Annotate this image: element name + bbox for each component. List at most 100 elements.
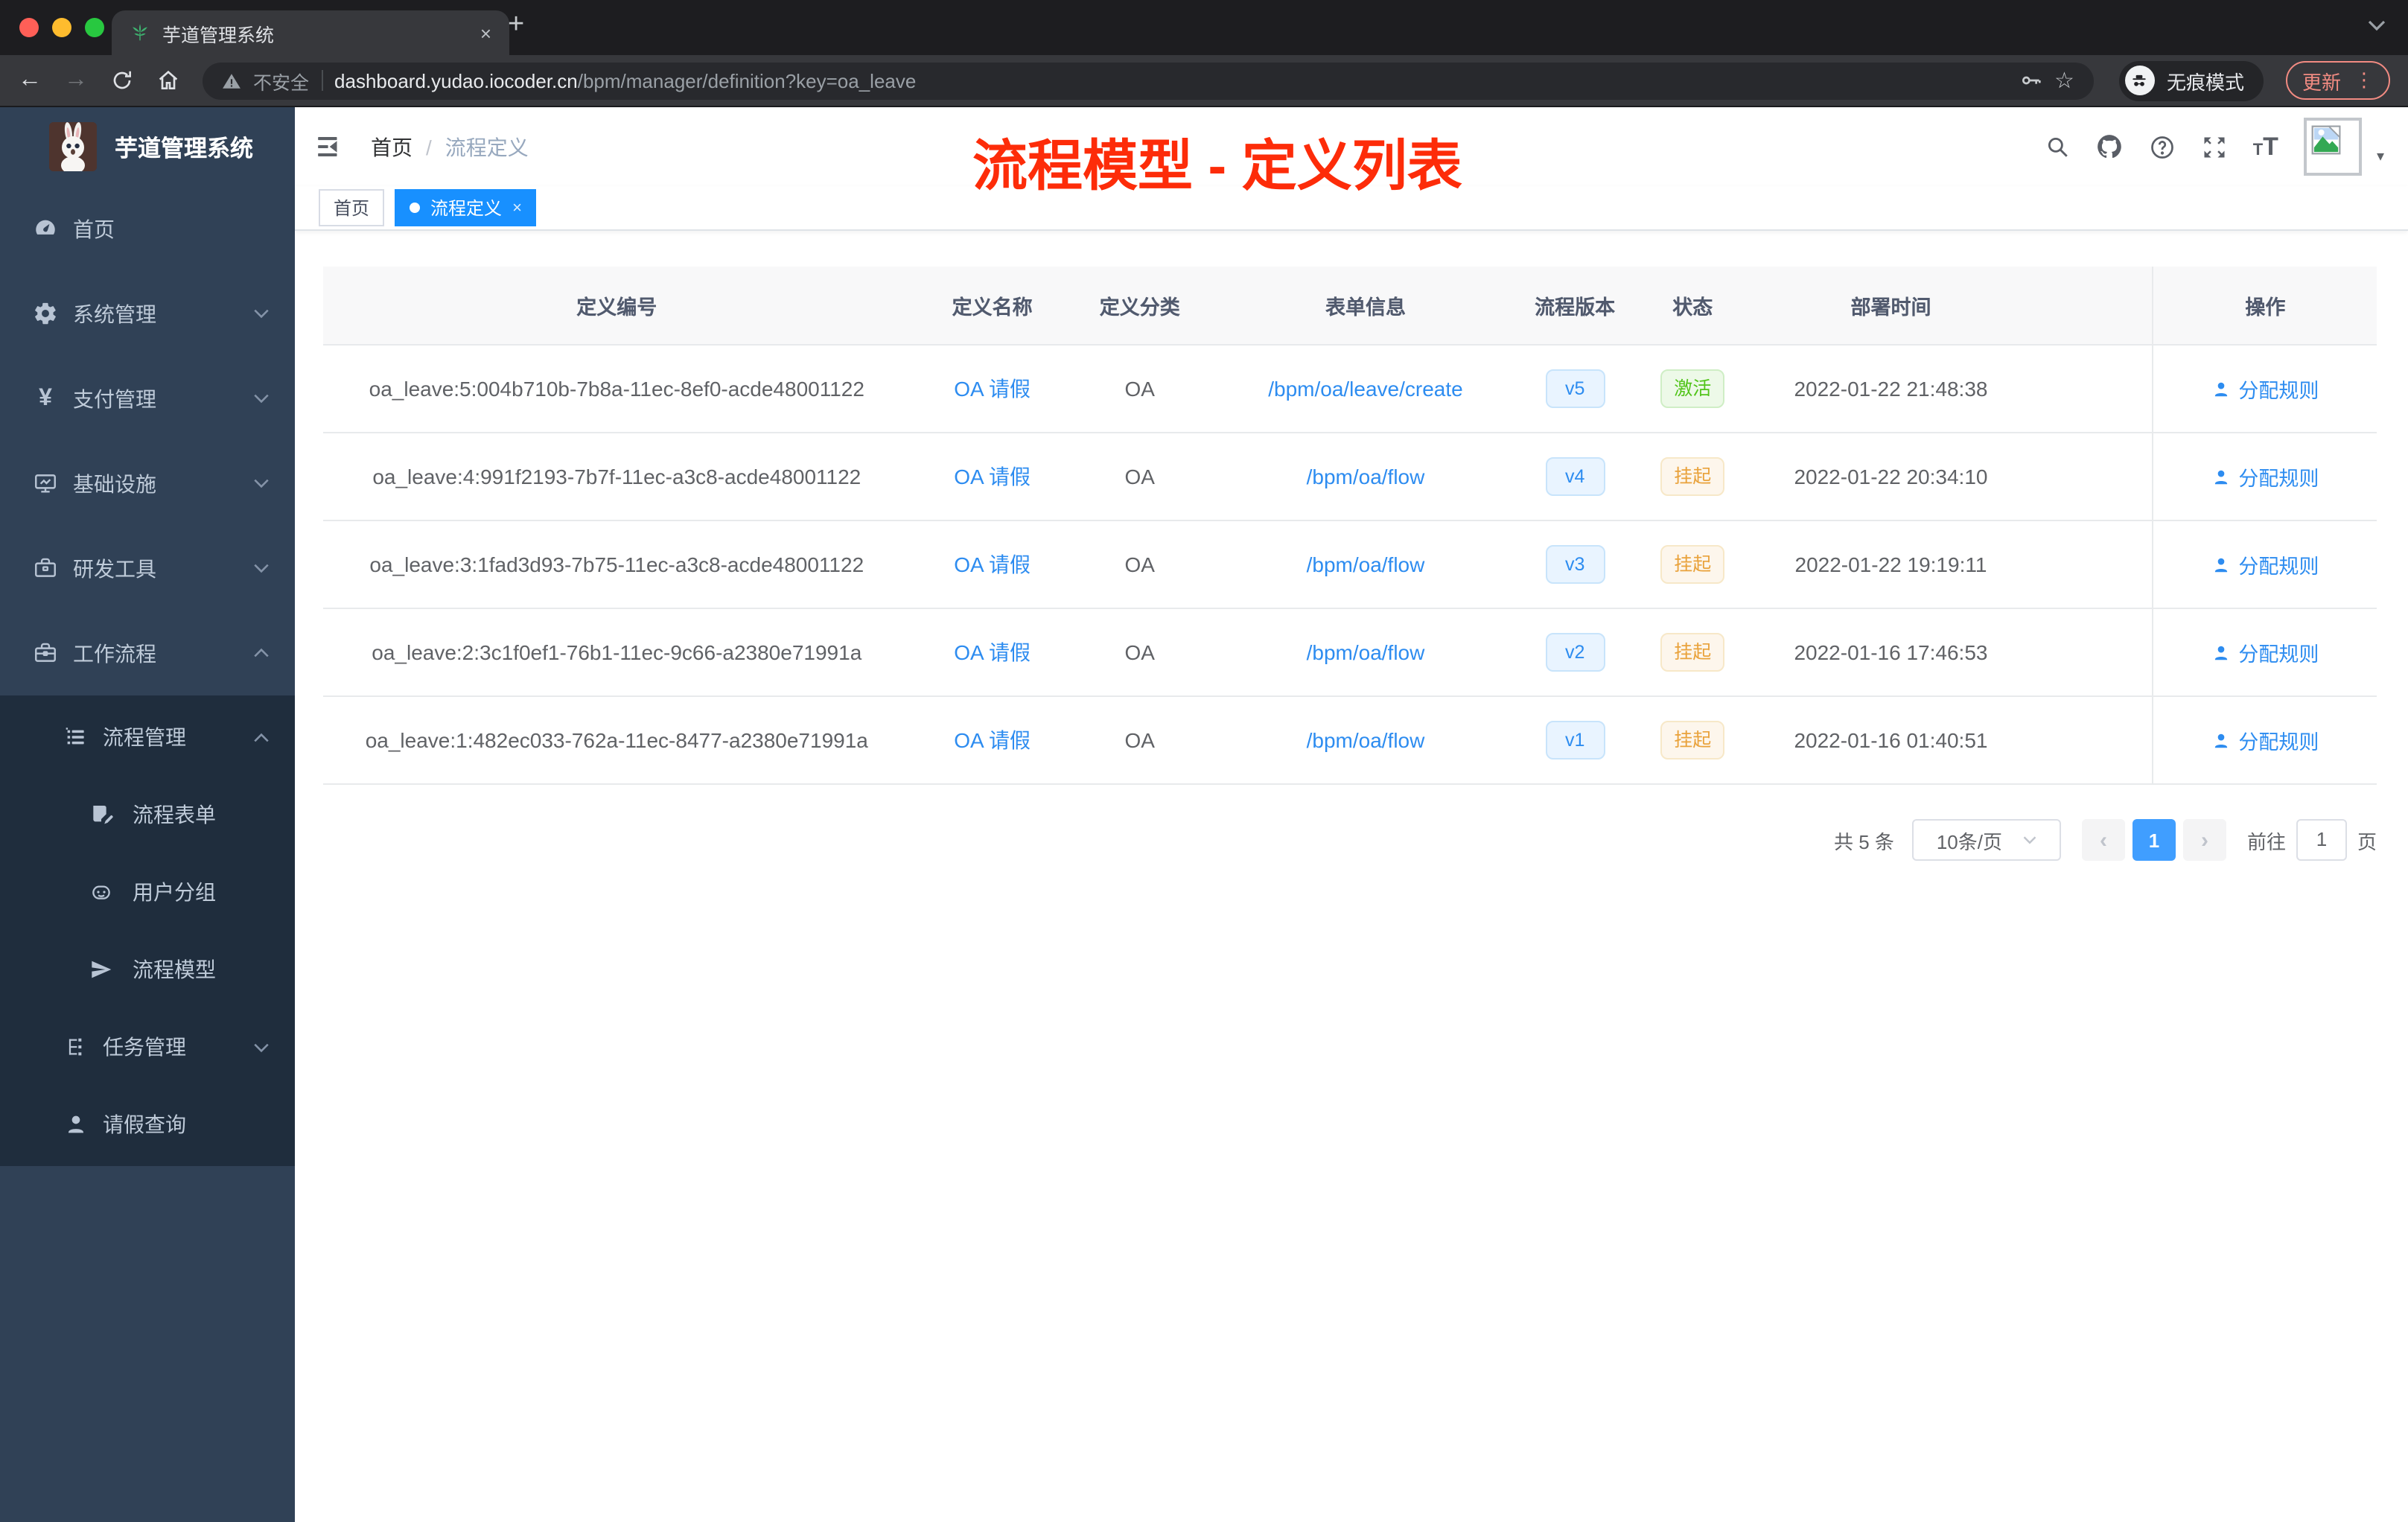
- reload-button[interactable]: [110, 69, 134, 92]
- tab-close-icon[interactable]: ×: [480, 23, 491, 42]
- logo-avatar: [49, 122, 97, 171]
- forward-button[interactable]: →: [64, 68, 88, 92]
- goto-unit: 页: [2357, 830, 2377, 853]
- person-icon: [2215, 645, 2228, 660]
- sidebar-item-infrastructure[interactable]: 基础设施: [0, 441, 295, 526]
- browser-tab[interactable]: 芋道管理系统 ×: [112, 10, 509, 55]
- breadcrumb: 首页 / 流程定义: [371, 132, 529, 162]
- goto-page-input[interactable]: 1: [2296, 819, 2347, 861]
- update-label[interactable]: 更新: [2302, 66, 2341, 95]
- sidebar-item-home[interactable]: 首页: [0, 186, 295, 271]
- sidebar-item-payment[interactable]: ¥ 支付管理: [0, 356, 295, 441]
- sidebar-item-process-model[interactable]: 流程模型: [0, 931, 295, 1008]
- url-text[interactable]: dashboard.yudao.iocoder.cn/bpm/manager/d…: [334, 69, 916, 92]
- annotation-title: 流程模型 - 定义列表: [972, 136, 1462, 197]
- definition-name-link[interactable]: OA 请假: [954, 640, 1031, 664]
- sidebar-item-system[interactable]: 系统管理: [0, 271, 295, 356]
- form-link[interactable]: /bpm/oa/flow: [1307, 640, 1425, 664]
- fullscreen-icon[interactable]: [2201, 133, 2228, 160]
- deploy-time: 2022-01-16 01:40:51: [1761, 696, 2021, 785]
- security-label[interactable]: 不安全: [253, 66, 309, 95]
- tab-search-chevron-icon[interactable]: [2368, 19, 2386, 31]
- col-deploy-time: 部署时间: [1761, 267, 2021, 346]
- yen-icon: ¥: [39, 385, 52, 410]
- bookmark-star-icon[interactable]: ☆: [2054, 69, 2074, 92]
- help-icon[interactable]: [2149, 133, 2176, 160]
- back-button[interactable]: ←: [18, 68, 42, 92]
- definition-name-link[interactable]: OA 请假: [954, 465, 1031, 488]
- sidebar-item-label: 任务管理: [103, 1035, 186, 1059]
- sidebar-item-label: 系统管理: [73, 302, 156, 325]
- form-link[interactable]: /bpm/oa/flow: [1307, 465, 1425, 488]
- next-page-button[interactable]: ›: [2182, 819, 2226, 861]
- sidebar-logo[interactable]: 芋道管理系统: [0, 107, 295, 186]
- chevron-down-icon: [253, 308, 270, 319]
- definition-category: OA: [1074, 520, 1205, 609]
- sidebar-item-process-management[interactable]: 流程管理: [0, 698, 295, 776]
- breadcrumb-separator: /: [426, 135, 432, 159]
- user-icon: [63, 1112, 88, 1136]
- definition-id: oa_leave:2:3c1f0ef1-76b1-11ec-9c66-a2380…: [323, 608, 911, 697]
- version-badge: v5: [1545, 369, 1605, 408]
- new-tab-button[interactable]: +: [508, 9, 524, 42]
- status-badge: 挂起: [1660, 457, 1725, 496]
- assign-rule-button[interactable]: 分配规则: [2211, 550, 2319, 579]
- form-link[interactable]: /bpm/oa/flow: [1307, 728, 1425, 752]
- definition-name-link[interactable]: OA 请假: [954, 553, 1031, 576]
- toolbox-icon: [33, 555, 58, 581]
- breadcrumb-home[interactable]: 首页: [371, 132, 413, 162]
- definition-name-link[interactable]: OA 请假: [954, 377, 1031, 401]
- sidebar-item-leave-query[interactable]: 请假查询: [0, 1086, 295, 1163]
- sidebar-item-process-form[interactable]: 流程表单: [0, 776, 295, 853]
- sidebar-item-label: 基础设施: [73, 471, 156, 495]
- address-bar[interactable]: 不安全 dashboard.yudao.iocoder.cn/bpm/manag…: [203, 62, 2094, 99]
- minimize-window-button[interactable]: [52, 18, 71, 37]
- sidebar-item-task-management[interactable]: 任务管理: [0, 1008, 295, 1086]
- assign-rule-button[interactable]: 分配规则: [2211, 637, 2319, 667]
- form-icon: [88, 803, 113, 827]
- page-number-button[interactable]: 1: [2132, 819, 2176, 861]
- prev-page-button[interactable]: ‹: [2081, 819, 2125, 861]
- url-path: /bpm/manager/definition?key=oa_leave: [577, 69, 917, 92]
- sidebar-item-label: 支付管理: [73, 386, 156, 410]
- search-icon[interactable]: [2045, 134, 2070, 159]
- tag-home[interactable]: 首页: [319, 189, 385, 226]
- browser-update-button[interactable]: 更新 ⋮: [2285, 61, 2390, 100]
- assign-rule-button[interactable]: 分配规则: [2211, 462, 2319, 491]
- sidebar-item-label: 流程模型: [133, 958, 216, 981]
- sidebar-item-label: 工作流程: [73, 641, 156, 665]
- sidebar-item-label: 用户分组: [133, 880, 216, 904]
- tag-close-icon[interactable]: ×: [512, 199, 522, 217]
- home-button[interactable]: [156, 69, 180, 92]
- assign-rule-button[interactable]: 分配规则: [2211, 374, 2319, 404]
- sidebar-item-dev-tools[interactable]: 研发工具: [0, 526, 295, 611]
- definition-category: OA: [1074, 345, 1205, 433]
- form-link[interactable]: /bpm/oa/flow: [1307, 553, 1425, 576]
- browser-menu-dots-icon[interactable]: ⋮: [2354, 69, 2374, 92]
- table-row: oa_leave:2:3c1f0ef1-76b1-11ec-9c66-a2380…: [323, 608, 2377, 697]
- avatar-caret-icon[interactable]: ▾: [2377, 149, 2384, 165]
- sidebar-item-user-group[interactable]: 用户分组: [0, 853, 295, 931]
- tag-process-definition[interactable]: 流程定义 ×: [395, 189, 537, 226]
- page-size-select[interactable]: 10条/页: [1911, 819, 2061, 861]
- table-row: oa_leave:4:991f2193-7b7f-11ec-a3c8-acde4…: [323, 433, 2377, 521]
- assign-rule-button[interactable]: 分配规则: [2211, 725, 2319, 755]
- close-window-button[interactable]: [19, 18, 39, 37]
- sidebar: 芋道管理系统 首页 系统管理 ¥ 支付管理 基础设施 研发工具 工作流程 流程管…: [0, 107, 295, 1522]
- tree-icon: [63, 1035, 88, 1059]
- form-link[interactable]: /bpm/oa/leave/create: [1268, 377, 1463, 401]
- sidebar-fold-icon[interactable]: [316, 133, 344, 161]
- security-warning-icon[interactable]: [222, 71, 241, 90]
- github-icon[interactable]: [2095, 133, 2124, 161]
- definition-name-link[interactable]: OA 请假: [954, 728, 1031, 752]
- font-size-icon[interactable]: TT: [2253, 132, 2278, 162]
- page-size-value: 10条/页: [1936, 830, 2002, 853]
- app-window: 芋道管理系统 首页 系统管理 ¥ 支付管理 基础设施 研发工具 工作流程 流程管…: [0, 107, 2408, 1522]
- main-area: 首页 / 流程定义 流程模型 - 定义列表 T T ▾ 首页 流程定义 × 定义…: [295, 107, 2408, 1522]
- sidebar-item-workflow[interactable]: 工作流程: [0, 611, 295, 695]
- user-avatar[interactable]: [2303, 118, 2362, 176]
- chevron-down-icon: [253, 393, 270, 404]
- zoom-window-button[interactable]: [85, 18, 104, 37]
- password-key-icon[interactable]: [2019, 69, 2042, 92]
- col-process-version: 流程版本: [1526, 267, 1625, 346]
